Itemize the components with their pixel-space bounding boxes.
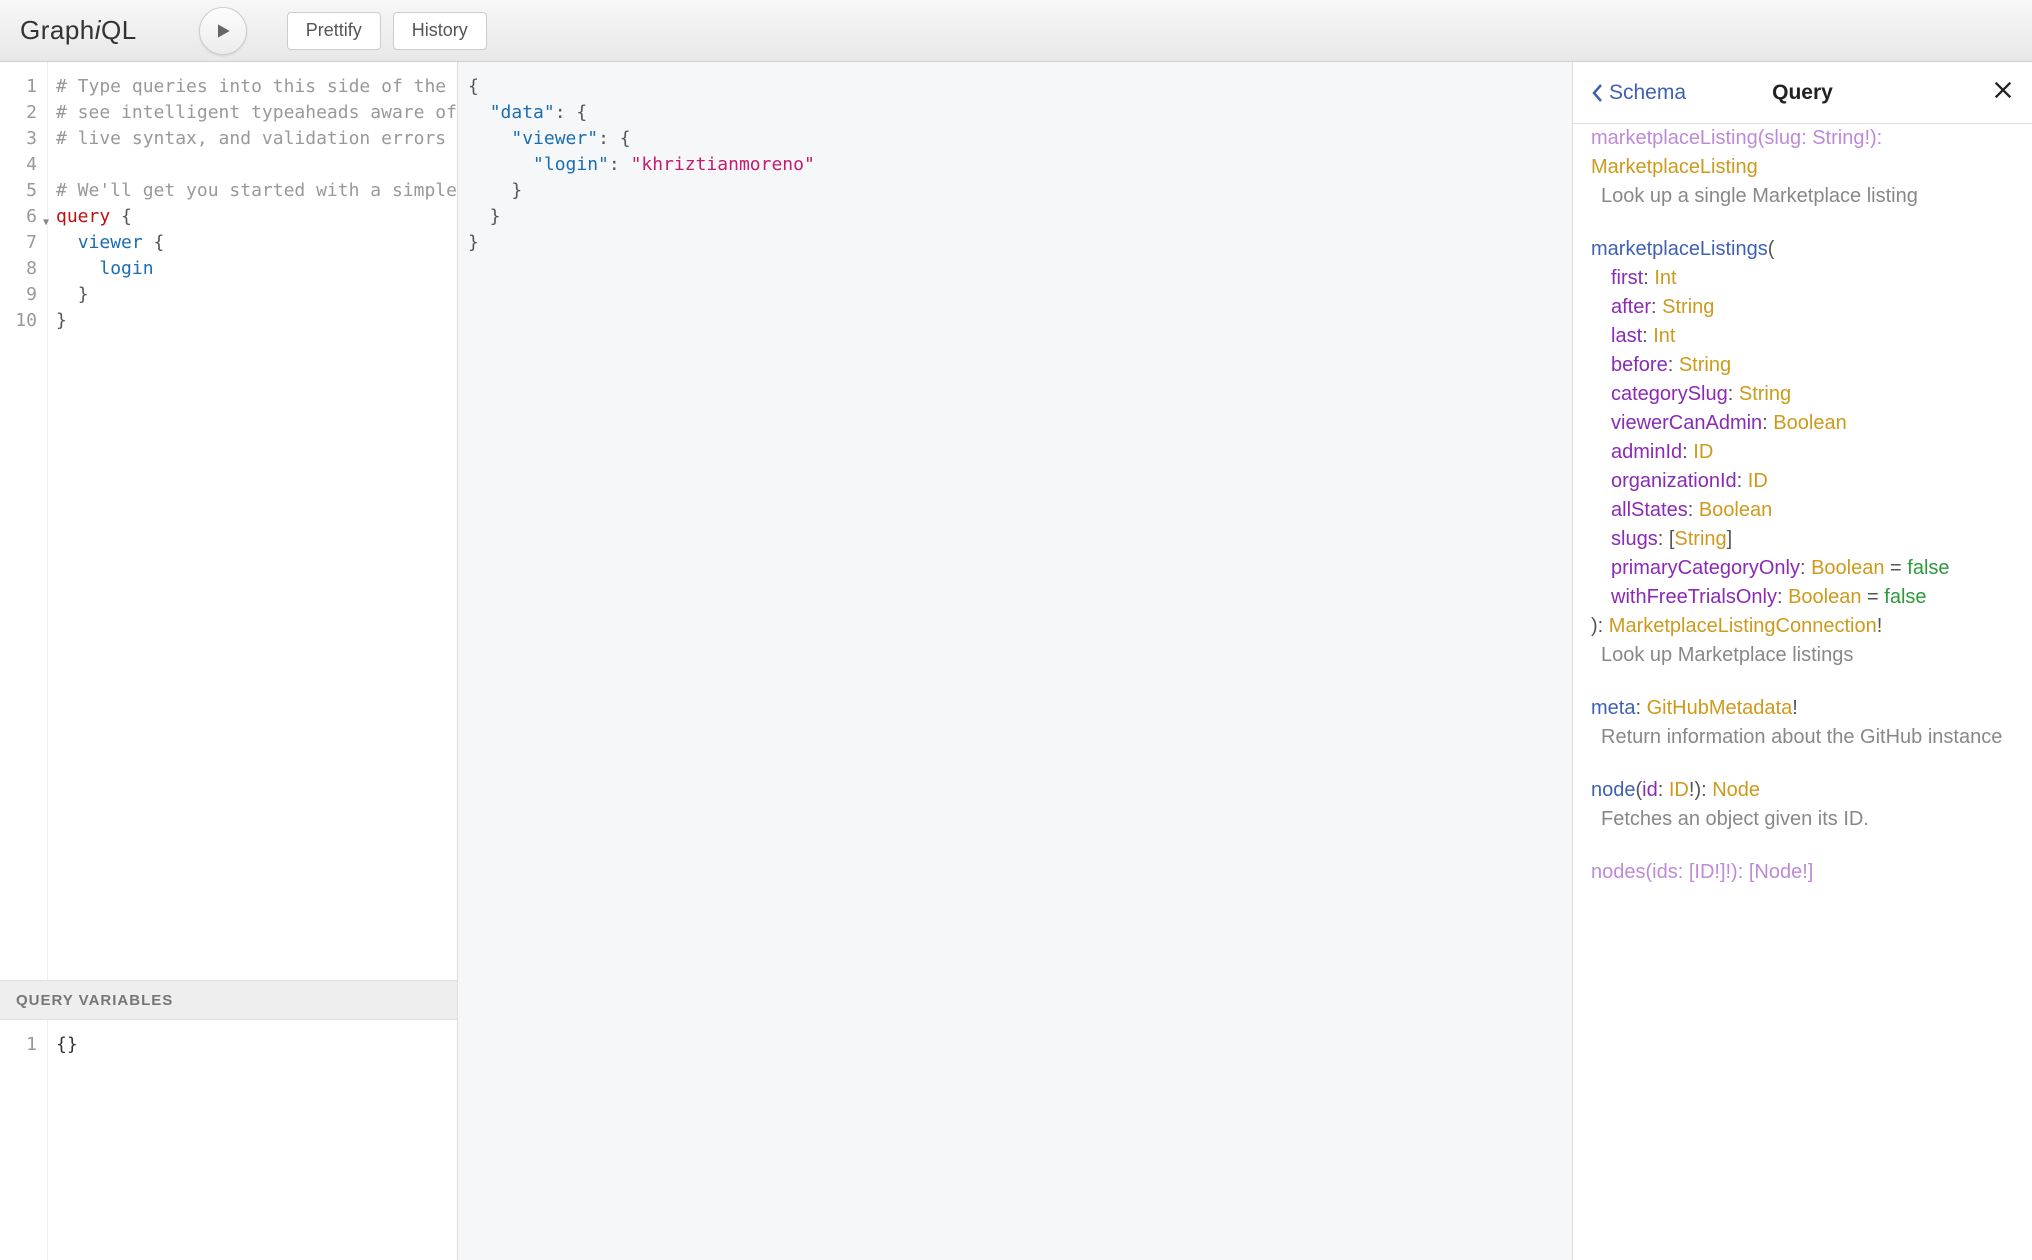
- doc-body[interactable]: marketplaceListing(slug: String!): Marke…: [1573, 124, 2032, 1260]
- doc-field-link[interactable]: meta: [1591, 697, 1635, 719]
- doc-arg: slugs: [String]: [1591, 525, 2014, 554]
- doc-arg: viewerCanAdmin: Boolean: [1591, 409, 2014, 438]
- doc-explorer: Schema Query marketplaceListing(slug: St…: [1572, 62, 2032, 1260]
- doc-type-link[interactable]: Int: [1654, 267, 1676, 289]
- doc-field-link[interactable]: marketplaceListings: [1591, 238, 1768, 260]
- doc-field-marketplaceListing: MarketplaceListing Look up a single Mark…: [1591, 153, 2014, 211]
- line-gutter: 1 2 3 4 5 6▼ 7 8 9 10: [0, 62, 48, 980]
- doc-arg: withFreeTrialsOnly: Boolean = false: [1591, 583, 2014, 612]
- toolbar: GraphiQL Prettify History: [0, 0, 2032, 62]
- doc-type-link[interactable]: ID: [1748, 470, 1768, 492]
- result-pane: { "data": { "viewer": { "login": "khrizt…: [458, 62, 1572, 1260]
- query-editor[interactable]: 1 2 3 4 5 6▼ 7 8 9 10 # Type queries int…: [0, 62, 457, 980]
- query-variables-editor[interactable]: 1 {}: [0, 1020, 457, 1260]
- execute-button[interactable]: [199, 7, 247, 55]
- main-area: 1 2 3 4 5 6▼ 7 8 9 10 # Type queries int…: [0, 62, 2032, 1260]
- doc-type-link[interactable]: MarketplaceListing: [1591, 156, 1758, 178]
- doc-type-link[interactable]: Boolean: [1773, 412, 1846, 434]
- doc-type-link[interactable]: Boolean: [1788, 586, 1861, 608]
- prettify-button[interactable]: Prettify: [287, 12, 381, 50]
- doc-partial-bottom: nodes(ids: [ID!]!): [Node!]: [1591, 858, 2014, 887]
- doc-type-link[interactable]: String: [1739, 383, 1791, 405]
- doc-type-link[interactable]: String: [1674, 528, 1726, 550]
- doc-type-link[interactable]: String: [1662, 296, 1714, 318]
- doc-type-link[interactable]: Node: [1712, 779, 1760, 801]
- doc-arg: allStates: Boolean: [1591, 496, 2014, 525]
- doc-back-button[interactable]: Schema: [1591, 81, 1686, 105]
- history-button[interactable]: History: [393, 12, 487, 50]
- doc-arg: last: Int: [1591, 322, 2014, 351]
- query-variables-header[interactable]: QUERY VARIABLES: [0, 980, 457, 1020]
- doc-arg: adminId: ID: [1591, 438, 2014, 467]
- doc-type-link[interactable]: MarketplaceListingConnection: [1609, 615, 1877, 637]
- doc-arg: after: String: [1591, 293, 2014, 322]
- doc-arg: organizationId: ID: [1591, 467, 2014, 496]
- doc-close-button[interactable]: [1992, 79, 2014, 106]
- editor-column: 1 2 3 4 5 6▼ 7 8 9 10 # Type queries int…: [0, 62, 458, 1260]
- doc-field-meta: meta: GitHubMetadata! Return information…: [1591, 694, 2014, 752]
- app-logo: GraphiQL: [20, 15, 137, 46]
- doc-type-link[interactable]: Int: [1653, 325, 1675, 347]
- doc-field-marketplaceListings: marketplaceListings( first: Intafter: St…: [1591, 235, 2014, 670]
- doc-type-link[interactable]: ID: [1693, 441, 1713, 463]
- play-icon: [213, 21, 233, 41]
- query-code[interactable]: # Type queries into this side of the scr…: [48, 62, 457, 980]
- doc-field-node: node(id: ID!): Node Fetches an object gi…: [1591, 776, 2014, 834]
- doc-type-link[interactable]: Boolean: [1699, 499, 1772, 521]
- doc-title: Query: [1772, 81, 1833, 105]
- doc-type-link[interactable]: String: [1679, 354, 1731, 376]
- doc-type-link[interactable]: Boolean: [1811, 557, 1884, 579]
- doc-arg: before: String: [1591, 351, 2014, 380]
- close-icon: [1992, 79, 2014, 101]
- doc-type-link[interactable]: ID: [1669, 779, 1689, 801]
- result-code: { "data": { "viewer": { "login": "khrizt…: [458, 62, 1572, 1260]
- doc-field-link[interactable]: node: [1591, 779, 1636, 801]
- doc-arg: first: Int: [1591, 264, 2014, 293]
- doc-arg: primaryCategoryOnly: Boolean = false: [1591, 554, 2014, 583]
- doc-header: Schema Query: [1573, 62, 2032, 124]
- doc-type-link[interactable]: GitHubMetadata: [1647, 697, 1793, 719]
- doc-arg: categorySlug: String: [1591, 380, 2014, 409]
- chevron-left-icon: [1591, 83, 1605, 103]
- doc-partial-top: marketplaceListing(slug: String!):: [1591, 124, 2014, 153]
